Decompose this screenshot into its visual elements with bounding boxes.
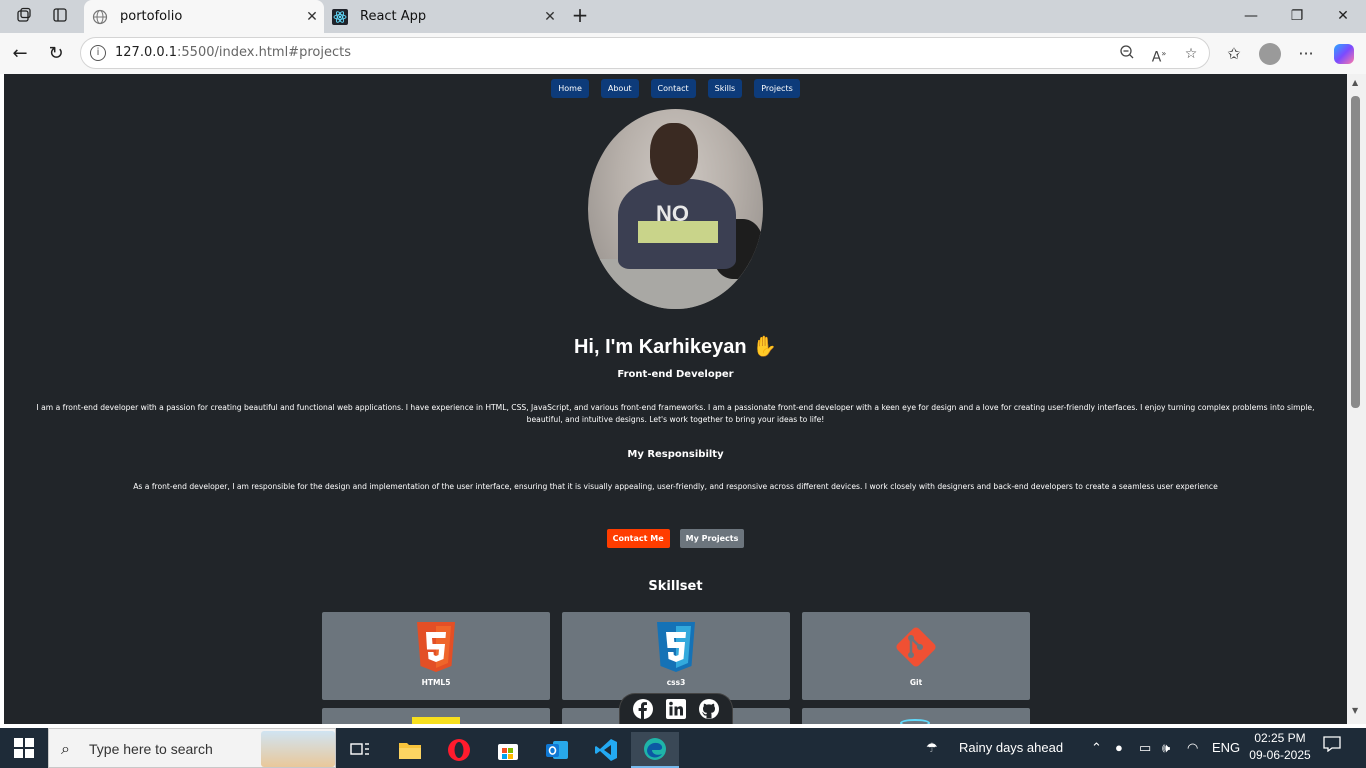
skill-label: css3 [666, 678, 686, 687]
skill-label: Git [909, 678, 923, 687]
network-icon[interactable]: ◠ [1187, 728, 1198, 768]
page-scrollbar[interactable]: ▲ ▼ [1347, 74, 1366, 724]
nav-contact[interactable]: Contact [650, 79, 696, 98]
notifications-icon[interactable] [1323, 728, 1341, 768]
language-indicator[interactable]: ENG [1212, 728, 1240, 768]
skill-card-next [802, 708, 1030, 724]
scroll-up-icon[interactable]: ▲ [1352, 78, 1358, 87]
responsibility-title: My Responsibilty [627, 449, 724, 460]
copilot-icon[interactable] [1334, 44, 1354, 64]
restore-icon[interactable]: ❐ [1274, 0, 1320, 33]
zoom-out-icon[interactable] [1117, 44, 1137, 64]
nav-about[interactable]: About [600, 79, 639, 98]
globe-icon [92, 9, 108, 25]
outlook-icon[interactable] [533, 732, 581, 768]
waving-hand-icon: ✋ [752, 336, 778, 358]
close-tab-icon[interactable]: ✕ [538, 9, 562, 25]
skill-card-html5: HTML5 [322, 612, 550, 700]
battery-icon[interactable]: ▭ [1139, 728, 1151, 768]
clock-date: 09-06-2025 [1249, 748, 1311, 762]
clock-time: 02:25 PM [1254, 731, 1306, 745]
skill-label: HTML5 [421, 678, 451, 687]
skill-card-next [322, 708, 550, 724]
react-icon [332, 8, 348, 25]
css3-icon [657, 622, 695, 672]
read-aloud-icon[interactable]: A» [1149, 44, 1169, 66]
tab-portofolio[interactable]: portofolio ✕ [84, 0, 324, 33]
scrollbar-thumb[interactable] [1351, 96, 1360, 408]
my-projects-button[interactable]: My Projects [679, 529, 745, 548]
minimize-icon[interactable]: — [1228, 0, 1274, 33]
favorite-star-icon[interactable]: ☆ [1181, 44, 1201, 64]
contact-me-button[interactable]: Contact Me [606, 529, 670, 548]
search-highlight-image [261, 731, 335, 767]
weather-icon[interactable]: ☂ [926, 728, 938, 768]
close-tab-icon[interactable]: ✕ [300, 9, 324, 25]
site-nav: Home About Contact Skills Projects [4, 79, 1347, 98]
new-tab-icon[interactable]: + [568, 4, 592, 28]
skill-card-git: Git [802, 612, 1030, 700]
meet-now-icon[interactable]: ● [1115, 728, 1123, 768]
nav-home[interactable]: Home [551, 79, 589, 98]
hero-description: I am a front-end developer with a passio… [36, 403, 1315, 424]
vscode-icon[interactable] [582, 732, 630, 768]
windows-start-icon[interactable] [14, 738, 34, 762]
javascript-icon [412, 717, 460, 724]
url-text[interactable]: 127.0.0.1:5500/index.html#projects [115, 45, 351, 60]
tab-react-app[interactable]: React App ✕ [324, 0, 562, 33]
git-icon [896, 627, 936, 667]
refresh-icon[interactable]: ↻ [43, 41, 69, 67]
back-icon[interactable]: ← [7, 41, 33, 67]
skillset-title: Skillset [648, 579, 703, 594]
browser-tab-bar: portofolio ✕ React App ✕ + — ❐ ✕ [0, 0, 1366, 33]
weather-text[interactable]: Rainy days ahead [959, 728, 1063, 768]
volume-icon[interactable]: 🕪 [1162, 728, 1170, 768]
linkedin-icon[interactable] [665, 698, 687, 720]
workspaces-icon[interactable] [14, 7, 34, 27]
scroll-down-icon[interactable]: ▼ [1352, 706, 1358, 715]
site-info-icon[interactable]: i [90, 45, 106, 61]
browser-toolbar: ← ↻ i 127.0.0.1:5500/index.html#projects… [0, 33, 1366, 74]
tab-title: React App [360, 9, 427, 24]
social-links [619, 693, 733, 724]
address-bar[interactable]: i 127.0.0.1:5500/index.html#projects A» … [80, 37, 1210, 69]
responsibility-text: As a front-end developer, I am responsib… [133, 482, 1218, 491]
hero-title: Hi, I'm Karhikeyan ✋ [573, 336, 778, 358]
profile-avatar-icon[interactable] [1259, 43, 1281, 65]
hero-buttons: Contact Me My Projects [4, 529, 1347, 548]
taskbar-search[interactable]: ⌕ Type here to search [48, 728, 336, 768]
more-options-icon[interactable]: ··· [1293, 41, 1319, 67]
search-placeholder: Type here to search [89, 741, 213, 757]
vertical-tabs-icon[interactable] [50, 7, 70, 27]
page-viewport: Home About Contact Skills Projects NO Hi… [4, 74, 1347, 724]
profile-photo: NO [588, 109, 763, 309]
nav-skills[interactable]: Skills [707, 79, 743, 98]
microsoft-store-icon[interactable] [484, 732, 532, 768]
windows-taskbar: ⌕ Type here to search ☂ Rainy days ahead… [0, 728, 1366, 768]
favorites-icon[interactable]: ✩ [1221, 41, 1247, 67]
file-explorer-icon[interactable] [386, 732, 434, 768]
clock[interactable]: 02:25 PM 09-06-2025 [1244, 730, 1316, 764]
github-icon[interactable] [698, 698, 720, 720]
html5-icon [417, 622, 455, 672]
task-view-icon[interactable] [336, 732, 384, 768]
hero-subtitle: Front-end Developer [617, 369, 734, 380]
show-hidden-icons-icon[interactable]: ⌃ [1091, 728, 1102, 768]
opera-icon[interactable] [435, 732, 483, 768]
edge-icon[interactable] [631, 732, 679, 768]
facebook-icon[interactable] [632, 698, 654, 720]
nav-projects[interactable]: Projects [754, 79, 800, 98]
tab-title: portofolio [120, 9, 183, 24]
close-window-icon[interactable]: ✕ [1320, 0, 1366, 33]
react-icon [900, 719, 930, 724]
search-icon: ⌕ [61, 739, 70, 758]
skill-card-css3: css3 [562, 612, 790, 700]
